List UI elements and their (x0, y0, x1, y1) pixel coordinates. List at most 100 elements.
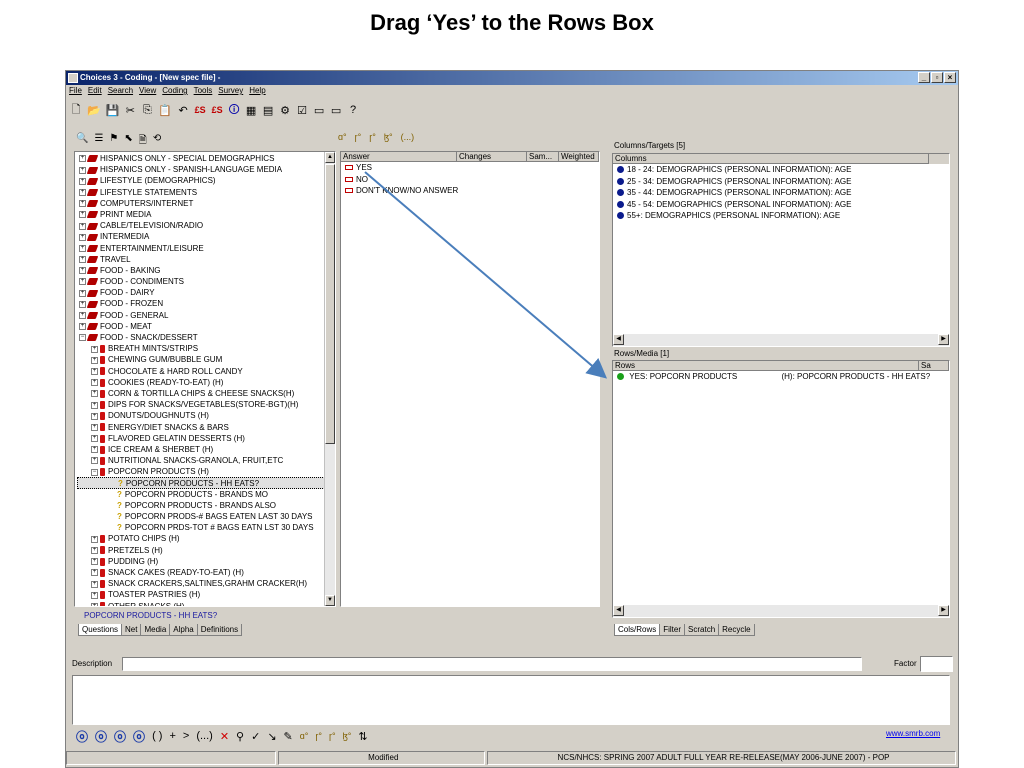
tab-net[interactable]: Net (121, 624, 142, 636)
tree-topic[interactable]: − POPCORN PRODUCTS (H) (77, 466, 325, 477)
restore-button[interactable]: ▫ (931, 72, 943, 83)
check-icon[interactable]: ✓ (251, 730, 260, 743)
factor-input[interactable] (920, 656, 953, 672)
expand-icon[interactable]: + (91, 435, 98, 443)
tree-topic[interactable]: + COOKIES (READY-TO-EAT) (H) (77, 377, 325, 388)
scroll-down-icon[interactable]: ▼ (325, 595, 335, 606)
columns-hscroll[interactable]: ◀ ▶ (613, 334, 949, 346)
expand-icon[interactable]: + (79, 166, 86, 174)
code-a-icon[interactable]: ɑ° (338, 132, 347, 142)
tree-topic[interactable]: + SNACK CAKES (READY-TO-EAT) (H) (77, 567, 325, 578)
expand-icon[interactable]: + (79, 289, 86, 297)
expression-editor[interactable] (72, 675, 950, 725)
tab-media[interactable]: Media (140, 624, 171, 636)
menu-view[interactable]: View (136, 85, 159, 97)
tree-category[interactable]: + FOOD - FROZEN (77, 298, 325, 309)
expand-icon[interactable]: + (79, 188, 86, 196)
scroll-up-icon[interactable]: ▲ (325, 152, 335, 163)
parentheses-icon[interactable]: ( ) (152, 730, 162, 742)
scroll-left-icon[interactable]: ◀ (613, 334, 624, 345)
paste-icon[interactable]: 📋 (158, 104, 172, 117)
changes-column-header[interactable]: Changes (457, 152, 527, 162)
column-item[interactable]: 18 - 24: DEMOGRAPHICS (PERSONAL INFORMAT… (613, 164, 949, 176)
scroll-right-icon[interactable]: ▶ (938, 334, 949, 345)
tree-category[interactable]: + FOOD - DAIRY (77, 287, 325, 298)
tree-question[interactable]: ? POPCORN PRODS-# BAGS EATEN LAST 30 DAYS (77, 511, 325, 522)
tree-category[interactable]: + TRAVEL (77, 254, 325, 265)
tree-category[interactable]: + FOOD - BAKING (77, 265, 325, 276)
expand-icon[interactable]: + (79, 211, 86, 219)
tab-questions[interactable]: Questions (78, 624, 123, 636)
tree-question[interactable]: ? POPCORN PRDS-TOT # BAGS EATN LST 30 DAY… (77, 522, 325, 533)
tree-topic[interactable]: + PUDDING (H) (77, 556, 325, 567)
column-item[interactable]: 55+: DEMOGRAPHICS (PERSONAL INFORMATION)… (613, 210, 949, 222)
currency-alt-icon[interactable]: £S (211, 105, 223, 115)
expand-icon[interactable]: + (91, 401, 98, 409)
columns-targets-box[interactable]: Columns 18 - 24: DEMOGRAPHICS (PERSONAL … (612, 153, 950, 347)
arrow-icon[interactable]: ↘ (267, 730, 276, 743)
expand-icon[interactable]: + (91, 558, 98, 566)
menu-search[interactable]: Search (105, 85, 136, 97)
minimize-button[interactable]: _ (918, 72, 930, 83)
tree-category[interactable]: + HISPANICS ONLY - SPECIAL DEMOGRAPHICS (77, 153, 325, 164)
expand-icon[interactable]: + (79, 222, 86, 230)
sample-column-header[interactable]: Sam... (527, 152, 559, 162)
expand-icon[interactable]: + (91, 457, 98, 465)
flag-icon[interactable]: ⚑ (109, 133, 118, 150)
tree-topic[interactable]: + CHEWING GUM/BUBBLE GUM (77, 354, 325, 365)
tree-question[interactable]: ? POPCORN PRODUCTS - HH EATS? (77, 477, 325, 489)
answers-list[interactable]: Answer Changes Sam... Weighted YES NO DO… (340, 151, 600, 607)
tree-topic[interactable]: + POTATO CHIPS (H) (77, 533, 325, 544)
scroll-thumb[interactable] (325, 164, 335, 444)
tree-category[interactable]: + LIFESTYLE (DEMOGRAPHICS) (77, 175, 325, 186)
copy-icon[interactable]: ⎘ (141, 104, 153, 117)
plus-icon[interactable]: + (169, 730, 175, 742)
not-op-icon[interactable]: ⓞ (114, 728, 126, 745)
column-item[interactable]: 45 - 54: DEMOGRAPHICS (PERSONAL INFORMAT… (613, 199, 949, 211)
tree-category[interactable]: + ENTERTAINMENT/LEISURE (77, 243, 325, 254)
tree-question[interactable]: ? POPCORN PRODUCTS - BRANDS MO (77, 489, 325, 500)
check-icon[interactable]: ☑ (296, 104, 308, 117)
tree-category[interactable]: + COMPUTERS/INTERNET (77, 198, 325, 209)
answer-row[interactable]: DON'T KNOW/NO ANSWER (341, 185, 599, 197)
tree-category[interactable]: + PRINT MEDIA (77, 209, 325, 220)
tree-topic[interactable]: + CHOCOLATE & HARD ROLL CANDY (77, 366, 325, 377)
menu-survey[interactable]: Survey (215, 85, 246, 97)
expand-icon[interactable]: + (79, 244, 86, 252)
tree-topic[interactable]: + ENERGY/DIET SNACKS & BARS (77, 422, 325, 433)
tab-filter[interactable]: Filter (659, 624, 686, 636)
expand-icon[interactable]: + (91, 546, 98, 554)
info-icon[interactable]: 🛈 (228, 101, 240, 120)
description-input[interactable] (122, 657, 862, 671)
tree-topic[interactable]: + FLAVORED GELATIN DESSERTS (H) (77, 433, 325, 444)
window-split-icon[interactable]: ▭ (330, 104, 342, 117)
tree-question[interactable]: ? POPCORN PRODUCTS - BRANDS ALSO (77, 500, 325, 511)
tree-category[interactable]: + FOOD - CONDIMENTS (77, 276, 325, 287)
expand-icon[interactable]: + (91, 591, 98, 599)
menu-coding[interactable]: Coding (159, 85, 190, 97)
expand-icon[interactable]: + (91, 423, 98, 431)
grid-icon[interactable]: ▦ (245, 104, 257, 117)
delete-icon[interactable]: ✕ (220, 730, 229, 743)
tab-recycle[interactable]: Recycle (718, 624, 755, 636)
menu-file[interactable]: File (66, 85, 85, 97)
code-r-icon[interactable]: ɼ° (315, 731, 322, 741)
expand-icon[interactable]: + (79, 233, 86, 241)
tree-topic[interactable]: + DONUTS/DOUGHNUTS (H) (77, 410, 325, 421)
tree-topic[interactable]: + OTHER SNACKS (H) (77, 601, 325, 606)
tree-topic[interactable]: + DIPS FOR SNACKS/VEGETABLES(STORE-BGT)(H… (77, 399, 325, 410)
expand-icon[interactable]: + (79, 278, 86, 286)
scroll-right-icon[interactable]: ▶ (938, 605, 949, 616)
report-icon[interactable]: ▤ (262, 104, 274, 117)
tab-alpha[interactable]: Alpha (169, 624, 198, 636)
expand-icon[interactable]: + (79, 312, 86, 320)
expand-icon[interactable]: + (91, 412, 98, 420)
tree-topic[interactable]: + BREATH MINTS/STRIPS (77, 343, 325, 354)
open-folder-icon[interactable]: 📂 (87, 104, 101, 117)
save-icon[interactable]: 💾 (106, 104, 120, 117)
sort-icon[interactable]: ⇅ (358, 730, 367, 743)
expand-icon[interactable]: + (79, 300, 86, 308)
scroll-left-icon[interactable]: ◀ (613, 605, 624, 616)
expand-icon[interactable]: + (79, 256, 86, 264)
list-icon[interactable]: ☰ (94, 133, 103, 150)
